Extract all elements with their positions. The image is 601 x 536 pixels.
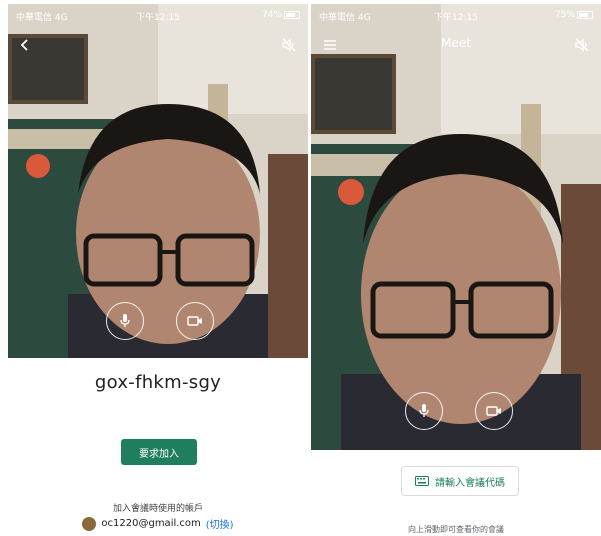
microphone-icon — [120, 314, 130, 327]
battery-indicator: 75% — [555, 10, 593, 20]
enter-meeting-code-label: 請輸入會議代碼 — [435, 477, 505, 489]
mic-toggle-button[interactable] — [106, 302, 144, 340]
enter-meeting-code-button[interactable]: 請輸入會議代碼 — [401, 466, 519, 496]
switch-account-link[interactable]: (切換) — [206, 516, 234, 531]
camera-preview-image — [311, 4, 601, 450]
battery-icon — [284, 10, 300, 19]
account-email: oc1220@gmail.com — [101, 518, 201, 529]
battery-icon — [577, 10, 593, 19]
app-title: Meet — [441, 36, 471, 50]
microphone-icon — [419, 404, 429, 417]
speaker-off-icon[interactable] — [278, 34, 300, 56]
chevron-left-icon[interactable] — [14, 34, 36, 56]
speaker-off-icon[interactable] — [571, 34, 593, 56]
status-bar: 中華電信 4G 下午12:15 74% — [8, 10, 308, 24]
top-bar: Meet — [311, 32, 601, 58]
keyboard-icon — [415, 476, 429, 486]
avatar — [82, 516, 97, 531]
join-meeting-screen: 中華電信 4G 下午12:15 74% gox-fhkm-sgy 要求加入 加入… — [8, 4, 308, 536]
camera-toggle-button[interactable] — [475, 392, 513, 430]
camera-toggle-button[interactable] — [176, 302, 214, 340]
account-row: oc1220@gmail.com (切換) — [8, 516, 308, 531]
meeting-code: gox-fhkm-sgy — [94, 372, 222, 393]
video-camera-icon — [486, 406, 501, 416]
status-bar: 中華電信 4G 下午12:15 75% — [311, 10, 601, 24]
meet-home-screen: 中華電信 4G 下午12:15 75% Meet 請輸入會議代碼 向上滑動即可查… — [311, 4, 601, 536]
ask-to-join-button[interactable]: 要求加入 — [121, 439, 197, 465]
mic-toggle-button[interactable] — [405, 392, 443, 430]
video-camera-icon — [187, 316, 202, 326]
battery-indicator: 74% — [262, 10, 300, 20]
account-label: 加入會議時使用的帳戶 — [112, 504, 203, 514]
swipe-hint: 向上滑動即可查看你的會議 — [408, 525, 504, 534]
top-bar — [8, 32, 308, 58]
camera-preview: 中華電信 4G 下午12:15 75% Meet — [311, 4, 601, 450]
camera-preview: 中華電信 4G 下午12:15 74% — [8, 4, 308, 358]
